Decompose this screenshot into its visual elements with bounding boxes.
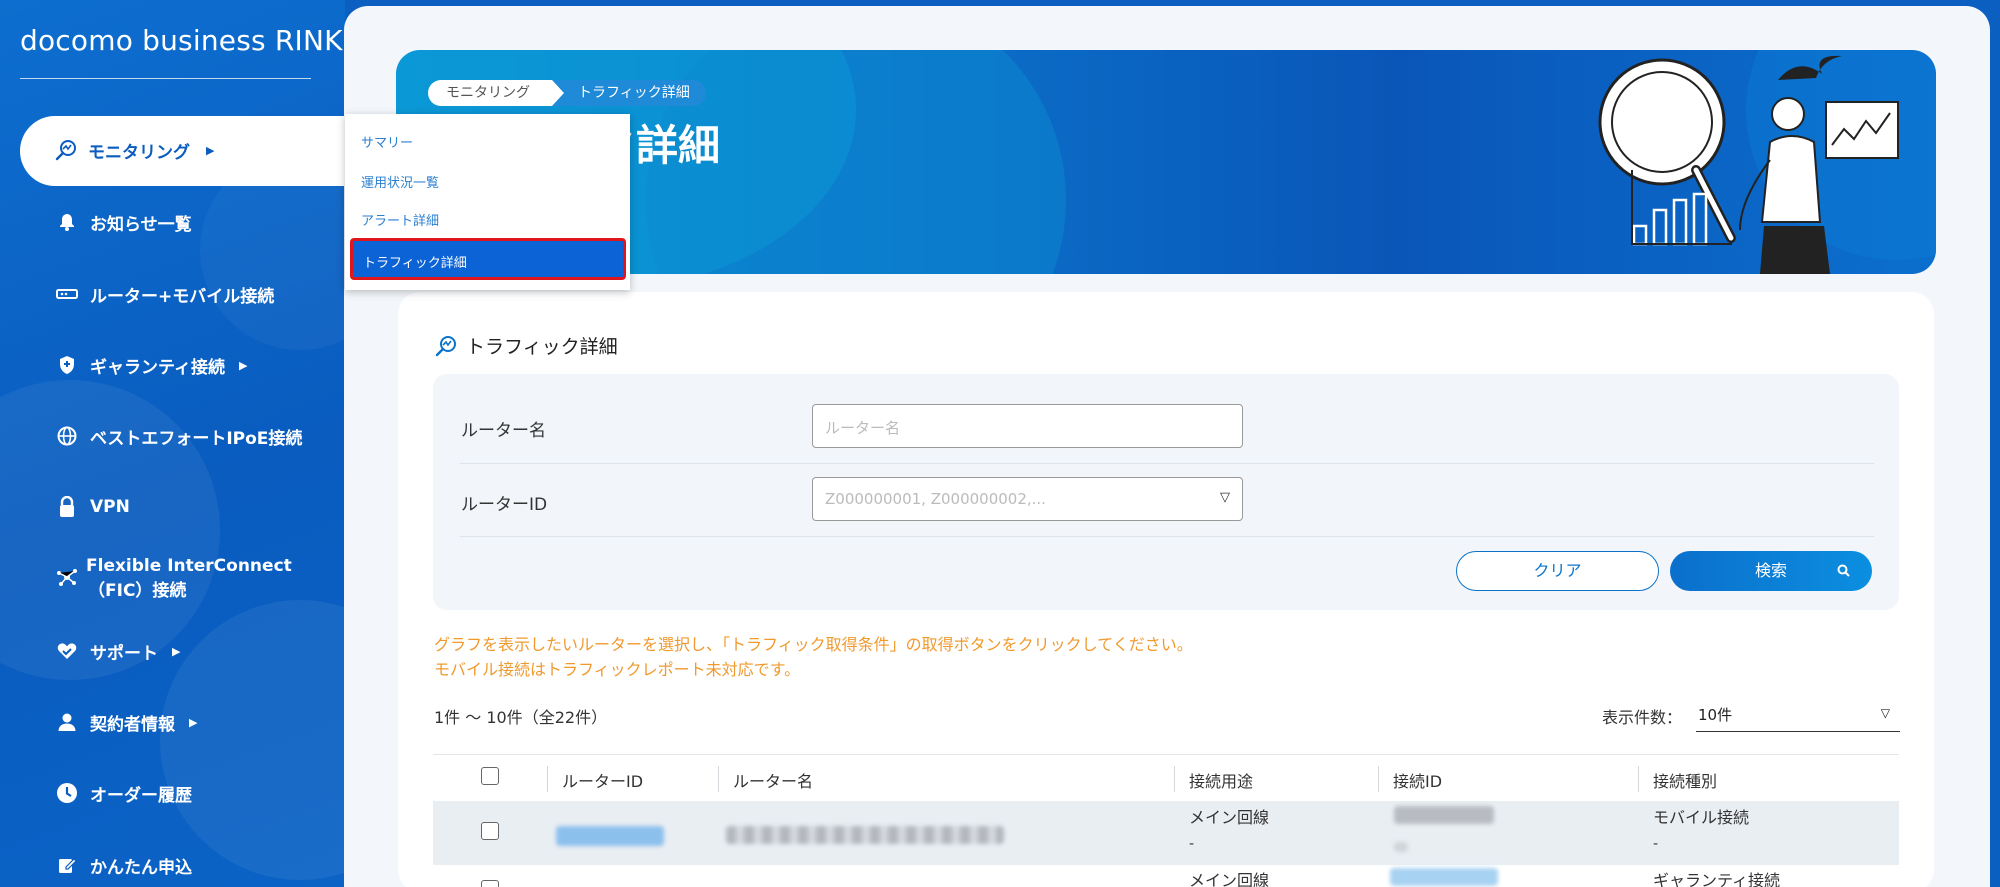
sidebar-item-monitoring[interactable]: モニタリング ▶: [20, 116, 360, 186]
connection-id-cell: [1390, 868, 1498, 886]
sidebar-item-label: お知らせ一覧: [90, 214, 192, 235]
router-name-cell: [726, 826, 1004, 844]
submenu-item-traffic-detail[interactable]: トラフィック詳細: [350, 238, 626, 280]
column-separator: [1638, 766, 1639, 792]
column-header-router-name[interactable]: ルーター名: [733, 768, 813, 792]
sidebar-item-label: ギャランティ接続: [90, 357, 225, 378]
sidebar-item-label: モニタリング: [88, 143, 190, 163]
column-header-usage[interactable]: 接続用途: [1189, 768, 1253, 792]
router-id-label: ルーターID: [461, 495, 548, 515]
per-page-label: 表示件数：: [1602, 708, 1683, 727]
sidebar-item-router-mobile[interactable]: ルーター+モバイル接続: [56, 274, 274, 314]
submenu-item-operation-status[interactable]: 運用状況一覧: [361, 172, 439, 191]
router-name-placeholder: ルーター名: [825, 419, 901, 437]
usage-sub-cell: -: [1189, 836, 1195, 852]
connection-type-sub-cell: -: [1653, 836, 1659, 852]
dropdown-arrow-icon: ▽: [1220, 490, 1230, 505]
shield-icon: [56, 354, 78, 376]
monitoring-icon: [54, 138, 78, 162]
form-divider: [460, 536, 1874, 537]
clear-button[interactable]: クリア: [1456, 551, 1659, 591]
dropdown-arrow-icon: ▽: [1880, 706, 1890, 720]
section-title: トラフィック詳細: [434, 332, 618, 359]
sidebar-item-label: ルーター+モバイル接続: [90, 286, 275, 307]
submenu-item-summary[interactable]: サマリー: [361, 132, 413, 151]
sidebar-item-label: かんたん申込: [90, 857, 192, 878]
caret-right-icon: ▶: [206, 144, 215, 157]
caret-right-icon: ▶: [172, 644, 181, 658]
bell-icon: [56, 211, 78, 233]
search-icon: [1837, 551, 1850, 591]
breadcrumb: モニタリング トラフィック詳細: [428, 80, 706, 106]
sidebar-item-order-history[interactable]: オーダー履歴: [56, 773, 192, 813]
instruction-note: グラフを表示したいルーターを選択し、「トラフィック取得条件」の取得ボタンをクリッ…: [434, 635, 1193, 654]
connection-type-cell: ギャランティ接続: [1653, 871, 1781, 887]
sidebar-item-easy-apply[interactable]: かんたん申込: [56, 845, 192, 885]
breadcrumb-current: トラフィック詳細: [552, 80, 706, 106]
table-header-divider: [433, 754, 1899, 755]
sidebar-item-label: 契約者情報: [90, 714, 175, 735]
brand-divider: [20, 78, 311, 79]
connection-id-cell: [1394, 806, 1494, 824]
form-divider: [460, 463, 1874, 464]
caret-right-icon: ▶: [189, 715, 198, 729]
sidebar-item-label: （FIC）接続: [88, 581, 187, 601]
per-page-select[interactable]: 10件 ▽: [1696, 702, 1900, 732]
globe-icon: [56, 425, 78, 447]
router-id-placeholder: Z000000001, Z000000002,...: [825, 490, 1046, 508]
submenu-item-label: トラフィック詳細: [363, 256, 467, 271]
sidebar-item-label: オーダー履歴: [90, 785, 192, 806]
monitoring-submenu: サマリー 運用状況一覧 アラート詳細 トラフィック詳細: [345, 114, 630, 290]
magnifier-person-illustration: [1598, 55, 1899, 274]
sidebar-item-label: VPN: [90, 497, 130, 517]
sidebar-item-guaranty[interactable]: ギャランティ接続 ▶: [56, 345, 247, 385]
row-checkbox[interactable]: [481, 822, 499, 840]
router-icon: [56, 283, 78, 305]
brand-logo[interactable]: docomo business RINK: [20, 24, 343, 57]
mobile-note: モバイル接続はトラフィックレポート未対応です。: [434, 660, 801, 679]
usage-cell: メイン回線: [1189, 808, 1270, 827]
sidebar-item-label: サポート: [90, 643, 158, 664]
breadcrumb-parent[interactable]: モニタリング: [428, 80, 564, 106]
person-icon: [56, 711, 78, 733]
usage-cell: メイン回線: [1189, 871, 1270, 887]
edit-icon: [56, 854, 78, 876]
sidebar-item-fic[interactable]: Flexible InterConnect （FIC）接続: [56, 554, 292, 604]
router-name-label: ルーター名: [461, 421, 546, 441]
lock-icon: [56, 496, 78, 518]
monitoring-icon: [434, 334, 458, 358]
column-separator: [718, 766, 719, 792]
submenu-item-alert-detail[interactable]: アラート詳細: [361, 210, 439, 229]
sidebar-item-support[interactable]: サポート ▶: [56, 631, 180, 671]
sidebar-item-contract[interactable]: 契約者情報 ▶: [56, 702, 197, 742]
column-separator: [1378, 766, 1379, 792]
section-title-label: トラフィック詳細: [466, 336, 618, 358]
search-button[interactable]: 検索: [1670, 551, 1872, 591]
column-header-connection-type[interactable]: 接続種別: [1653, 768, 1717, 792]
column-header-router-id[interactable]: ルーターID: [562, 768, 643, 792]
connection-type-cell: モバイル接続: [1653, 808, 1750, 827]
router-id-link[interactable]: [556, 826, 664, 846]
router-name-input[interactable]: ルーター名: [812, 404, 1243, 448]
caret-right-icon: ▶: [238, 358, 248, 372]
sidebar-item-notices[interactable]: お知らせ一覧: [56, 202, 192, 242]
connection-id-sub-cell: [1394, 842, 1408, 852]
sidebar-item-vpn[interactable]: VPN: [56, 487, 130, 527]
clock-icon: [56, 782, 78, 804]
per-page-value: 10件: [1698, 706, 1733, 724]
search-button-label: 検索: [1754, 561, 1787, 580]
select-all-checkbox[interactable]: [481, 767, 499, 785]
row-checkbox[interactable]: [481, 880, 499, 887]
support-icon: [56, 640, 78, 662]
network-icon: [56, 566, 78, 588]
sidebar-item-label: ベストエフォートIPoE接続: [90, 428, 303, 449]
column-separator: [1174, 766, 1175, 792]
router-id-select[interactable]: Z000000001, Z000000002,... ▽: [812, 477, 1243, 521]
column-separator: [547, 766, 548, 792]
result-count: 1件 ～ 10件（全22件）: [434, 708, 608, 727]
sidebar-item-best-effort[interactable]: ベストエフォートIPoE接続: [56, 416, 302, 456]
sidebar-item-label: Flexible InterConnect: [86, 556, 292, 576]
column-header-connection-id[interactable]: 接続ID: [1393, 768, 1442, 792]
